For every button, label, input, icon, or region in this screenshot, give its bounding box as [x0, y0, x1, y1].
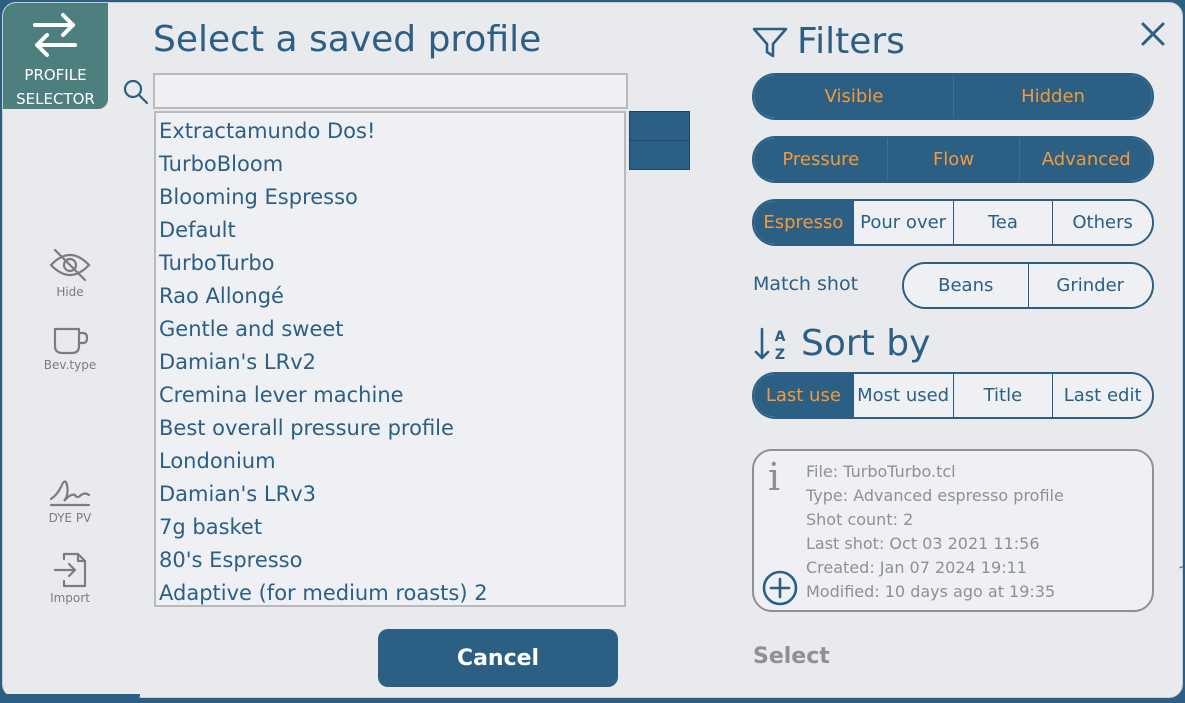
import-icon	[53, 552, 87, 588]
profile-type-filter: Pressure Flow Advanced	[752, 136, 1154, 183]
match-shot-filter: Beans Grinder	[902, 262, 1154, 309]
profile-list-item[interactable]: TurboBloom	[156, 146, 624, 179]
eye-slash-icon	[49, 248, 91, 282]
profile-selector-label: PROFILE SELECTOR	[16, 66, 95, 108]
match-grinder[interactable]: Grinder	[1027, 264, 1152, 307]
bev-type-tool[interactable]: Bev.type	[39, 326, 101, 372]
profile-list-item[interactable]: Blooming Espresso	[156, 179, 624, 212]
profile-list-item[interactable]: Damian's LRv2	[156, 344, 624, 377]
import-label: Import	[50, 591, 90, 605]
profile-list-item[interactable]: Gentle and sweet	[156, 311, 624, 344]
match-shot-label: Match shot	[753, 273, 859, 295]
sort-most-used[interactable]: Most used	[852, 374, 953, 417]
profile-info-panel: i File: TurboTurbo.tcl Type: Advanced es…	[752, 449, 1154, 612]
sort-title: Sort by	[801, 323, 931, 364]
partially-hidden-button	[629, 140, 690, 170]
edge-marker: ~	[1178, 560, 1185, 576]
profile-list-item[interactable]: Adaptive (for medium roasts) 2	[156, 575, 624, 605]
filter-others[interactable]: Others	[1052, 201, 1152, 244]
filter-flow[interactable]: Flow	[886, 138, 1020, 181]
visibility-filter: Visible Hidden	[752, 73, 1154, 120]
partially-hidden-button	[629, 111, 690, 141]
filter-hidden[interactable]: Hidden	[953, 75, 1152, 118]
filter-tea[interactable]: Tea	[952, 201, 1053, 244]
cup-icon	[53, 327, 89, 355]
dye-pv-tool[interactable]: DYE PV	[39, 475, 101, 525]
sort-last-use[interactable]: Last use	[754, 374, 853, 417]
profile-list-item[interactable]: Damian's LRv3	[156, 476, 624, 509]
import-tool[interactable]: Import	[39, 551, 101, 605]
profile-list-item[interactable]: TurboTurbo	[156, 245, 624, 278]
info-file: File: TurboTurbo.tcl	[806, 462, 956, 481]
filter-pour-over[interactable]: Pour over	[852, 201, 953, 244]
filter-advanced[interactable]: Advanced	[1019, 138, 1152, 181]
hide-tool[interactable]: Hide	[39, 247, 101, 299]
profile-selector-button[interactable]: PROFILE SELECTOR	[3, 3, 108, 109]
select-button[interactable]: Select	[753, 644, 830, 669]
filter-icon	[752, 27, 788, 57]
svg-text:A: A	[775, 329, 786, 345]
profile-list-item[interactable]: Default	[156, 212, 624, 245]
sort-az-icon: A Z	[754, 327, 786, 362]
profile-list-item[interactable]: Londonium	[156, 443, 624, 476]
filters-header: Filters	[751, 21, 905, 62]
search-input[interactable]	[153, 73, 628, 109]
svg-text:Z: Z	[775, 347, 785, 362]
swap-arrows-icon	[33, 13, 77, 57]
profile-info-text: File: TurboTurbo.tcl Type: Advanced espr…	[806, 460, 1064, 604]
info-shot-count: Shot count: 2	[806, 510, 914, 529]
filter-espresso[interactable]: Espresso	[754, 201, 853, 244]
info-last-shot: Last shot: Oct 03 2021 11:56	[806, 534, 1040, 553]
profile-list-item[interactable]: Cremina lever machine	[156, 377, 624, 410]
cancel-button[interactable]: Cancel	[378, 629, 618, 687]
profile-list-item[interactable]: 7g basket	[156, 509, 624, 542]
dye-pv-label: DYE PV	[48, 511, 92, 525]
filter-pressure[interactable]: Pressure	[754, 138, 887, 181]
sort-title-option[interactable]: Title	[952, 374, 1053, 417]
signature-icon	[49, 480, 91, 507]
profile-list-item[interactable]: Extractamundo Dos!	[156, 113, 624, 146]
filters-title: Filters	[797, 21, 905, 62]
sort-header: A Z Sort by	[753, 323, 930, 364]
close-icon[interactable]	[1139, 20, 1167, 48]
info-type: Type: Advanced espresso profile	[806, 486, 1064, 505]
sort-options: Last use Most used Title Last edit	[752, 372, 1154, 419]
page-title: Select a saved profile	[153, 19, 542, 60]
profile-list-item[interactable]: 80's Espresso	[156, 542, 624, 575]
bottom-tab-strip	[0, 694, 140, 703]
profile-dialog: PROFILE SELECTOR Select a saved profile …	[2, 2, 1183, 698]
hide-label: Hide	[56, 285, 84, 299]
filter-visible[interactable]: Visible	[754, 75, 953, 118]
profile-list-item[interactable]: Rao Allongé	[156, 278, 624, 311]
add-circle-icon[interactable]	[761, 569, 799, 607]
beverage-filter: Espresso Pour over Tea Others	[752, 199, 1154, 246]
info-modified: Modified: 10 days ago at 19:35	[806, 582, 1056, 601]
search-icon	[123, 79, 149, 105]
sort-last-edit[interactable]: Last edit	[1052, 374, 1152, 417]
match-beans[interactable]: Beans	[904, 264, 1028, 307]
info-created: Created: Jan 07 2024 19:11	[806, 558, 1027, 577]
profile-list-item[interactable]: Best overall pressure profile	[156, 410, 624, 443]
profile-list[interactable]: Extractamundo Dos! TurboBloom Blooming Esp…	[154, 111, 626, 607]
info-icon: i	[768, 455, 781, 499]
bev-type-label: Bev.type	[43, 358, 97, 372]
